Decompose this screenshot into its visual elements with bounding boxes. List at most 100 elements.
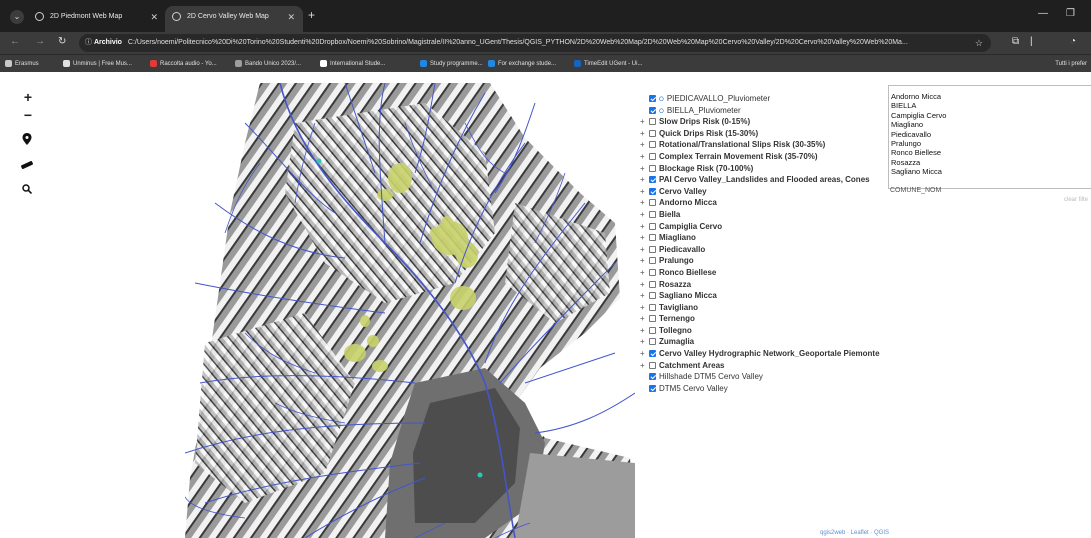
layer-checkbox[interactable]: [649, 315, 656, 323]
forward-icon[interactable]: →: [35, 36, 45, 47]
filter-option[interactable]: Campiglia Cervo: [891, 111, 1091, 120]
layer-label[interactable]: Rosazza: [659, 280, 691, 289]
layer-checkbox[interactable]: [649, 164, 656, 172]
map-canvas[interactable]: [185, 83, 635, 538]
layer-label[interactable]: Ternengo: [659, 314, 695, 323]
layer-checkbox[interactable]: [649, 361, 656, 369]
layer-label[interactable]: Andorno Micca: [659, 198, 717, 207]
expand-icon[interactable]: +: [640, 336, 649, 348]
layer-label[interactable]: Blockage Risk (70-100%): [659, 164, 753, 173]
all-bookmarks-folder[interactable]: Tutti i prefer: [1055, 58, 1087, 70]
extensions-icon[interactable]: ⧉: [1012, 36, 1019, 47]
layer-label[interactable]: Miagliano: [659, 233, 696, 242]
layer-label[interactable]: Quick Drips Risk (15-30%): [659, 129, 758, 138]
layer-label[interactable]: PAI Cervo Valley_Landslides and Flooded …: [659, 175, 870, 184]
expand-icon[interactable]: +: [640, 197, 649, 209]
bookmark-item[interactable]: International Stude...: [320, 58, 385, 70]
new-tab-icon[interactable]: +: [308, 8, 315, 22]
expand-icon[interactable]: +: [640, 163, 649, 175]
layer-checkbox[interactable]: [649, 95, 656, 102]
bookmark-item[interactable]: TimeEdit UGent - Ui...: [574, 58, 642, 70]
expand-icon[interactable]: +: [640, 232, 649, 244]
layer-label[interactable]: Cervo Valley Hydrographic Network_Geopor…: [659, 349, 880, 358]
layer-label[interactable]: DTM5 Cervo Valley: [659, 384, 728, 393]
expand-icon[interactable]: +: [640, 116, 649, 128]
layer-checkbox[interactable]: [649, 106, 656, 114]
layer-checkbox[interactable]: [649, 373, 656, 381]
layer-label[interactable]: Campiglia Cervo: [659, 222, 722, 231]
zoom-in-button[interactable]: +: [20, 89, 36, 105]
bookmark-item[interactable]: Bando Unico 2023/...: [235, 58, 301, 70]
layer-checkbox[interactable]: [649, 210, 656, 218]
layer-checkbox[interactable]: [649, 268, 656, 276]
layer-checkbox[interactable]: [649, 187, 656, 195]
filter-option[interactable]: BIELLA: [891, 101, 1091, 110]
expand-icon[interactable]: +: [640, 174, 649, 186]
tab-2d-piedmont-web-map[interactable]: 2D Piedmont Web Map ✕: [28, 6, 166, 32]
layer-checkbox[interactable]: [649, 326, 656, 334]
layer-label[interactable]: Tollegno: [659, 326, 692, 335]
expand-icon[interactable]: +: [640, 139, 649, 151]
layer-label[interactable]: Slow Drips Risk (0-15%): [659, 117, 750, 126]
expand-icon[interactable]: +: [640, 128, 649, 140]
layer-checkbox[interactable]: [649, 292, 656, 300]
location-pin-icon[interactable]: [19, 131, 35, 147]
layer-label[interactable]: BIELLA_Pluviometer: [667, 106, 741, 115]
expand-icon[interactable]: +: [640, 209, 649, 221]
layer-label[interactable]: Piedicavallo: [659, 245, 705, 254]
layer-checkbox[interactable]: [649, 245, 656, 253]
layer-checkbox[interactable]: [649, 234, 656, 242]
reload-icon[interactable]: ↻: [58, 36, 66, 47]
profile-icon[interactable]: ◔: [1070, 36, 1076, 47]
info-icon[interactable]: ⓘ: [85, 39, 92, 46]
ruler-icon[interactable]: [19, 157, 35, 173]
bookmark-item[interactable]: For exchange stude...: [488, 58, 556, 70]
filter-option[interactable]: Ronco Biellese: [891, 148, 1091, 157]
expand-icon[interactable]: +: [640, 267, 649, 279]
expand-icon[interactable]: +: [640, 290, 649, 302]
star-icon[interactable]: ☆: [975, 34, 983, 52]
search-icon[interactable]: [19, 181, 35, 197]
layer-label[interactable]: Pralungo: [659, 256, 694, 265]
clear-filter-link[interactable]: clear filte: [1064, 197, 1088, 203]
layer-checkbox[interactable]: [649, 152, 656, 160]
layer-checkbox[interactable]: [649, 222, 656, 230]
layer-checkbox[interactable]: [649, 338, 656, 346]
layer-checkbox[interactable]: [649, 384, 656, 392]
zoom-out-button[interactable]: −: [20, 107, 36, 123]
expand-icon[interactable]: +: [640, 151, 649, 163]
filter-option[interactable]: Andorno Micca: [891, 92, 1091, 101]
comune-filter-select[interactable]: Andorno Micca BIELLA Campiglia Cervo Miagli…: [888, 85, 1091, 189]
layer-label[interactable]: Cervo Valley: [659, 187, 707, 196]
filter-option[interactable]: Piedicavallo: [891, 130, 1091, 139]
expand-icon[interactable]: +: [640, 255, 649, 267]
close-icon[interactable]: ✕: [287, 6, 295, 28]
layer-checkbox[interactable]: [649, 257, 656, 265]
layer-label[interactable]: Rotational/Translational Slips Risk (30-…: [659, 140, 825, 149]
tab-2d-cervo-valley-web-map[interactable]: 2D Cervo Valley Web Map ✕: [165, 6, 303, 32]
filter-option[interactable]: Pralungo: [891, 139, 1091, 148]
layer-label[interactable]: Tavigliano: [659, 303, 698, 312]
bookmark-item[interactable]: Raccolta audio - Yo...: [150, 58, 217, 70]
bookmark-item[interactable]: Erasmus: [5, 58, 39, 70]
layer-checkbox[interactable]: [649, 199, 656, 207]
expand-icon[interactable]: +: [640, 360, 649, 372]
expand-icon[interactable]: +: [640, 221, 649, 233]
bookmark-item[interactable]: Study programme...: [420, 58, 483, 70]
layer-label[interactable]: Zumaglia: [659, 337, 694, 346]
expand-icon[interactable]: +: [640, 279, 649, 291]
layer-label[interactable]: Sagliano Micca: [659, 291, 717, 300]
restore-icon[interactable]: ❐: [1066, 8, 1075, 19]
layer-label[interactable]: Ronco Biellese: [659, 268, 716, 277]
back-icon[interactable]: ←: [10, 36, 20, 47]
expand-icon[interactable]: +: [640, 186, 649, 198]
layer-checkbox[interactable]: [649, 280, 656, 288]
layer-checkbox[interactable]: [649, 141, 656, 149]
expand-icon[interactable]: +: [640, 313, 649, 325]
filter-option[interactable]: Sagliano Micca: [891, 167, 1091, 176]
tab-search-icon[interactable]: ⌄: [10, 10, 24, 24]
layer-checkbox[interactable]: [649, 118, 656, 126]
layer-checkbox[interactable]: [649, 303, 656, 311]
expand-icon[interactable]: +: [640, 348, 649, 360]
address-input[interactable]: ⓘ Archivio C:/Users/noemi/Politecnico%20…: [79, 34, 991, 52]
